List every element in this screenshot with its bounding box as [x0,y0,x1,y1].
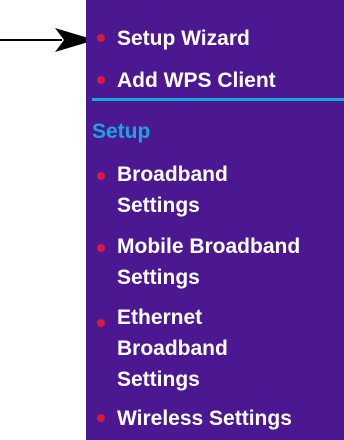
navigation-sidebar: Setup Wizard Add WPS Client Setup Broadb… [86,0,344,440]
menu-item-label: Settings [117,368,200,391]
menu-item-label: Settings [117,194,200,217]
menu-item-add-wps-client[interactable]: Add WPS Client [86,65,344,96]
menu-item-setup-wizard[interactable]: Setup Wizard [86,23,344,54]
menu-item-broadband-settings[interactable]: Broadband Settings [86,159,344,221]
bullet-icon [97,34,105,42]
menu-item-ethernet-broadband-settings[interactable]: Ethernet Broadband Settings [86,302,344,395]
right-arrow-icon [0,28,95,52]
section-heading-setup: Setup [92,120,151,143]
menu-item-label: Add WPS Client [117,69,276,92]
menu-item-label: Ethernet [117,306,203,329]
bullet-icon [97,414,105,422]
menu-item-mobile-broadband-settings[interactable]: Mobile Broadband Settings [86,231,344,293]
menu-item-label: Settings [117,266,200,289]
bullet-icon [97,76,105,84]
menu-item-label: Broadband [117,163,228,186]
menu-item-label: Mobile Broadband [117,235,301,258]
bullet-icon [97,172,105,180]
section-divider [92,98,344,101]
bullet-icon [97,319,105,327]
bullet-icon [97,244,105,252]
menu-item-label: Wireless Settings [117,407,292,430]
menu-item-label: Broadband [117,337,228,360]
menu-item-label: Setup Wizard [117,27,250,50]
menu-item-wireless-settings[interactable]: Wireless Settings [86,403,344,434]
